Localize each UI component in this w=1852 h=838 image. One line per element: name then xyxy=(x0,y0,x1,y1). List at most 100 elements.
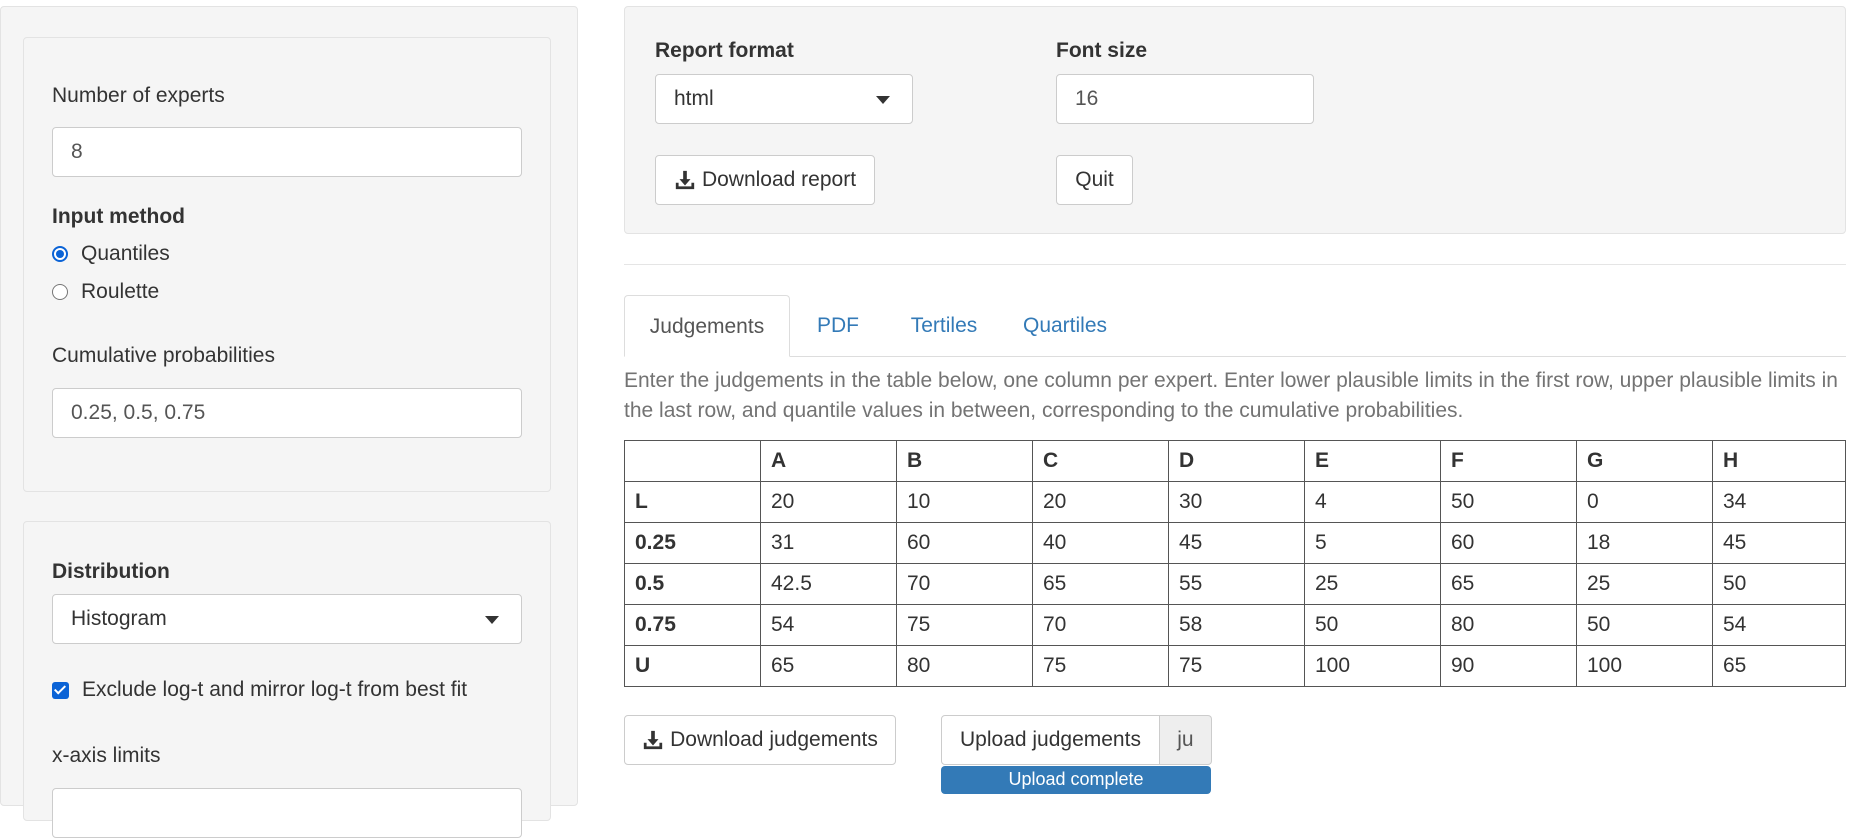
table-cell[interactable]: 20 xyxy=(1032,481,1169,523)
report-format-label: Report format xyxy=(655,39,794,62)
table-cell[interactable]: 75 xyxy=(1032,645,1169,687)
table-cell[interactable]: 65 xyxy=(1712,645,1846,687)
row-header-cell: L xyxy=(624,481,761,523)
table-cell[interactable]: 45 xyxy=(1712,522,1846,564)
chevron-down-icon xyxy=(485,616,499,624)
distribution-well: Distribution Histogram Exclude log-t and… xyxy=(23,521,551,838)
table-row: L 20 10 20 30 4 50 0 34 xyxy=(624,481,1846,523)
table-cell[interactable]: 31 xyxy=(760,522,897,564)
distribution-label: Distribution xyxy=(52,560,170,583)
judgements-help-text: Enter the judgements in the table below,… xyxy=(624,369,1838,422)
table-cell[interactable]: 75 xyxy=(1168,645,1305,687)
table-cell[interactable]: 42.5 xyxy=(760,563,897,605)
download-judgements-button[interactable]: Download judgements xyxy=(624,715,896,765)
download-report-button[interactable]: Download report xyxy=(655,155,875,205)
tab-judgements[interactable]: Judgements xyxy=(624,295,790,357)
upload-judgements-button[interactable]: Upload judgements xyxy=(941,715,1160,765)
download-report-label: Download report xyxy=(701,168,857,191)
table-row: 0.25 31 60 40 45 5 60 18 45 xyxy=(624,522,1846,564)
table-cell[interactable]: 65 xyxy=(1440,563,1577,605)
table-cell[interactable]: 4 xyxy=(1304,481,1441,523)
table-header-cell: C xyxy=(1032,440,1169,482)
table-cell[interactable]: 70 xyxy=(1032,604,1169,646)
cumprob-input[interactable]: 0.25, 0.5, 0.75 xyxy=(52,388,522,438)
table-cell[interactable]: 25 xyxy=(1304,563,1441,605)
num-experts-label: Number of experts xyxy=(52,84,225,107)
table-header-cell: B xyxy=(896,440,1033,482)
table-cell[interactable]: 10 xyxy=(896,481,1033,523)
table-cell[interactable]: 70 xyxy=(896,563,1033,605)
divider xyxy=(624,264,1846,265)
download-judgements-label: Download judgements xyxy=(670,728,878,751)
table-header-row: A B C D E F G H xyxy=(624,440,1846,482)
table-cell[interactable]: 80 xyxy=(1440,604,1577,646)
quit-button[interactable]: Quit xyxy=(1056,155,1133,205)
table-header-cell: G xyxy=(1576,440,1713,482)
table-cell[interactable]: 60 xyxy=(896,522,1033,564)
table-cell[interactable]: 65 xyxy=(1032,563,1169,605)
table-cell[interactable]: 100 xyxy=(1576,645,1713,687)
table-cell[interactable]: 75 xyxy=(896,604,1033,646)
cumprob-label: Cumulative probabilities xyxy=(52,344,275,367)
row-header-cell: U xyxy=(624,645,761,687)
upload-status-label: Upload complete xyxy=(1008,769,1144,789)
tab-tertiles[interactable]: Tertiles xyxy=(886,295,1002,356)
table-cell[interactable]: 65 xyxy=(760,645,897,687)
report-settings-well: Report format html Font size 16 Download… xyxy=(624,6,1846,234)
table-cell[interactable]: 50 xyxy=(1712,563,1846,605)
table-cell[interactable]: 55 xyxy=(1168,563,1305,605)
tab-bar: Judgements PDF Tertiles Quartiles xyxy=(624,295,1846,357)
table-cell[interactable]: 30 xyxy=(1168,481,1305,523)
exclude-checkbox-row[interactable]: Exclude log-t and mirror log-t from best… xyxy=(52,678,467,702)
row-header-cell: 0.75 xyxy=(624,604,761,646)
input-settings-well: Number of experts 8 Input method Quantil… xyxy=(23,37,551,492)
table-cell[interactable]: 45 xyxy=(1168,522,1305,564)
radio-quantiles[interactable]: Quantiles xyxy=(52,242,170,266)
font-size-input[interactable]: 16 xyxy=(1056,74,1314,124)
xaxis-limits-label: x-axis limits xyxy=(52,744,161,767)
judgements-table: A B C D E F G H L 20 10 20 30 4 50 0 34 … xyxy=(624,440,1846,687)
tab-pdf[interactable]: PDF xyxy=(790,295,886,356)
table-cell[interactable]: 20 xyxy=(760,481,897,523)
table-cell[interactable]: 60 xyxy=(1440,522,1577,564)
num-experts-input[interactable]: 8 xyxy=(52,127,522,177)
table-cell[interactable]: 54 xyxy=(1712,604,1846,646)
sidebar-panel: Number of experts 8 Input method Quantil… xyxy=(0,6,578,838)
table-cell[interactable]: 40 xyxy=(1032,522,1169,564)
table-cell[interactable]: 58 xyxy=(1168,604,1305,646)
table-row: 0.5 42.5 70 65 55 25 65 25 50 xyxy=(624,563,1846,605)
table-cell[interactable]: 100 xyxy=(1304,645,1441,687)
chevron-down-icon xyxy=(876,96,890,104)
table-header-cell: A xyxy=(760,440,897,482)
distribution-select[interactable]: Histogram xyxy=(52,594,522,644)
table-header-cell: D xyxy=(1168,440,1305,482)
table-header-cell: E xyxy=(1304,440,1441,482)
table-cell[interactable]: 5 xyxy=(1304,522,1441,564)
radio-button[interactable] xyxy=(52,284,68,300)
table-cell[interactable]: 50 xyxy=(1576,604,1713,646)
xaxis-limits-input[interactable] xyxy=(52,788,522,838)
distribution-value: Histogram xyxy=(71,607,167,630)
tab-quartiles[interactable]: Quartiles xyxy=(1002,295,1128,356)
table-cell[interactable]: 54 xyxy=(760,604,897,646)
radio-quantiles-label: Quantiles xyxy=(81,242,170,265)
table-row: U 65 80 75 75 100 90 100 65 xyxy=(624,645,1846,687)
table-cell[interactable]: 25 xyxy=(1576,563,1713,605)
report-format-value: html xyxy=(674,87,714,110)
radio-roulette[interactable]: Roulette xyxy=(52,280,159,304)
upload-filename-field[interactable]: ju xyxy=(1159,715,1212,765)
row-header-cell: 0.5 xyxy=(624,563,761,605)
table-cell[interactable]: 50 xyxy=(1440,481,1577,523)
table-cell[interactable]: 80 xyxy=(896,645,1033,687)
table-cell[interactable]: 0 xyxy=(1576,481,1713,523)
table-cell[interactable]: 90 xyxy=(1440,645,1577,687)
radio-button-checked[interactable] xyxy=(52,246,68,262)
table-cell[interactable]: 50 xyxy=(1304,604,1441,646)
table-header-cell: H xyxy=(1712,440,1846,482)
table-cell[interactable]: 18 xyxy=(1576,522,1713,564)
table-cell[interactable]: 34 xyxy=(1712,481,1846,523)
report-format-select[interactable]: html xyxy=(655,74,913,124)
checkbox-checked-icon[interactable] xyxy=(52,681,69,699)
font-size-label: Font size xyxy=(1056,39,1148,62)
download-icon xyxy=(643,730,663,750)
